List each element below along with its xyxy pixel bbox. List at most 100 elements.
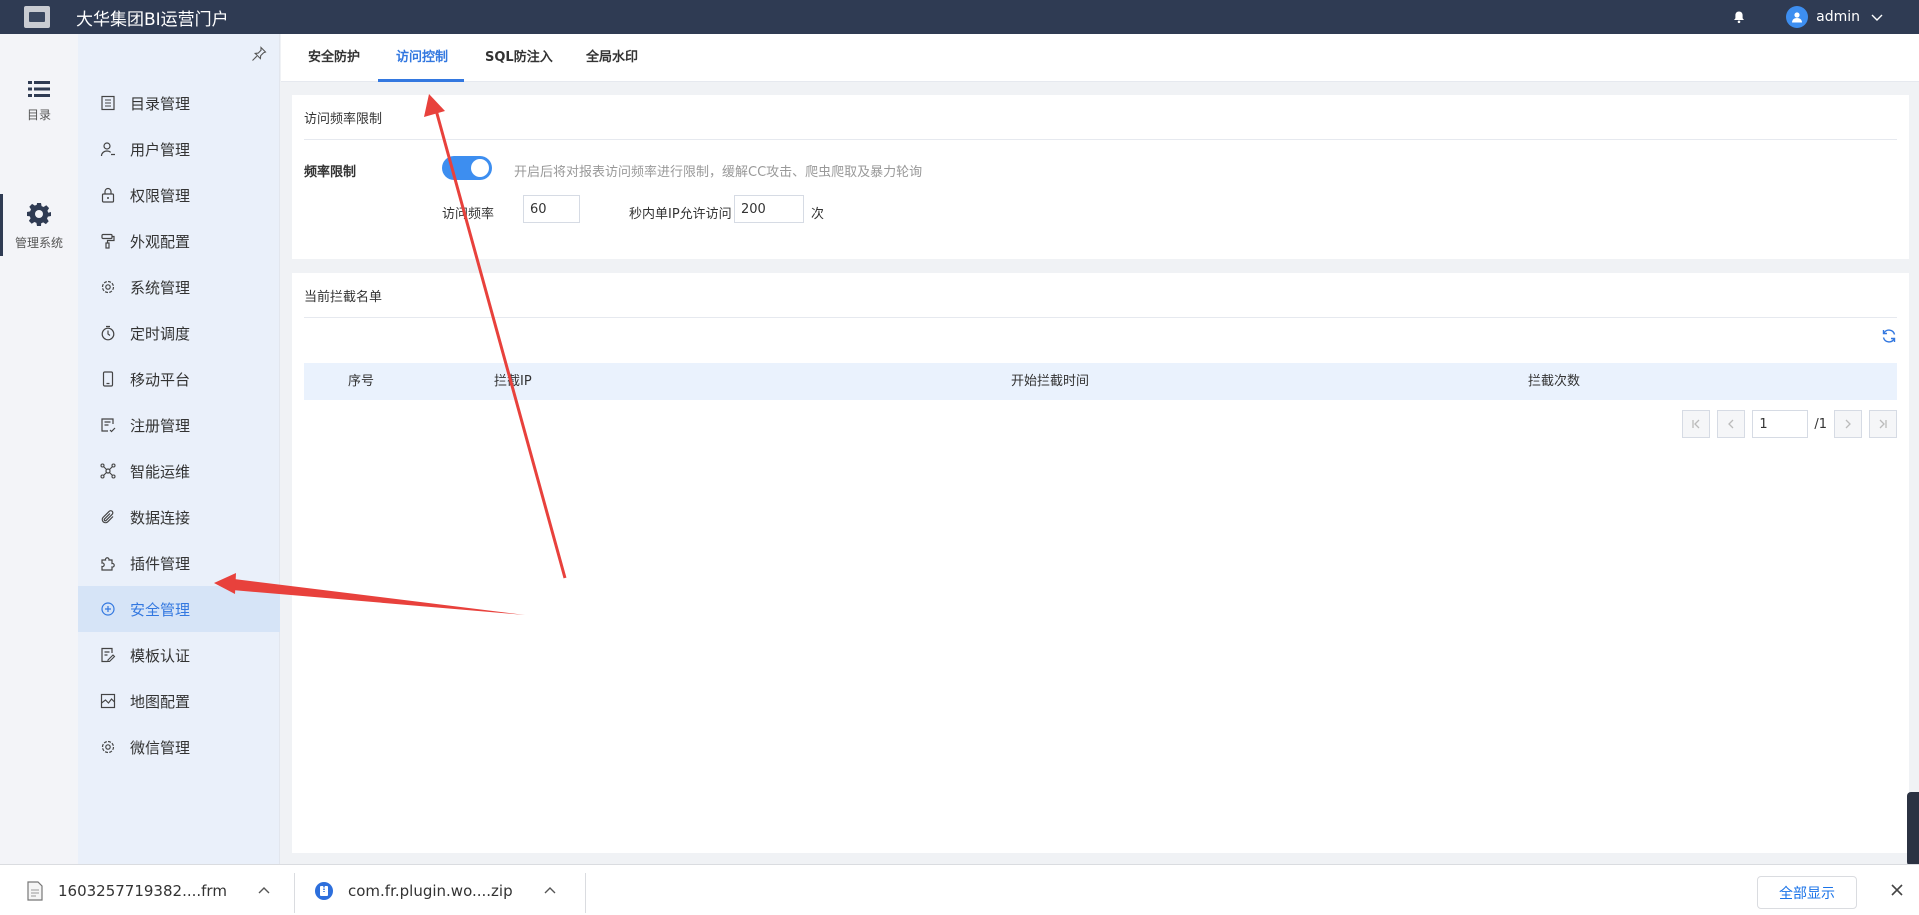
menu-item-wechat[interactable]: 微信管理: [78, 724, 280, 770]
table-header: 序号 拦截IP 开始拦截时间 拦截次数: [304, 363, 1897, 400]
seconds-input[interactable]: [523, 195, 580, 223]
column-header: 拦截次数: [1528, 374, 1581, 389]
menu-item-label: 模板认证: [130, 646, 191, 665]
tab-watermark[interactable]: 全局水印: [586, 34, 638, 82]
column-header: 序号: [348, 374, 375, 389]
rate-unit: 次: [811, 207, 825, 222]
rate-limit-card: 访问频率限制 频率限制 开启后将对报表访问频率进行限制，缓解CC攻击、爬虫爬取及…: [292, 95, 1909, 259]
top-header: 大华集团BI运营门户 admin: [0, 0, 1919, 34]
max-visits-input[interactable]: [734, 195, 804, 223]
menu-item-label: 用户管理: [130, 140, 191, 159]
section-title: 当前拦截名单: [304, 290, 383, 305]
next-page-button[interactable]: [1834, 410, 1862, 438]
nav-rail: 目录 管理系统: [0, 34, 78, 864]
menu-item-label: 地图配置: [130, 692, 191, 711]
last-page-icon: [1879, 419, 1887, 429]
main-content: 安全防护 访问控制 SQL防注入 全局水印 访问频率限制 频率限制 开启后将对报…: [281, 34, 1919, 866]
gear-icon: [27, 203, 51, 226]
tab-security-protection[interactable]: 安全防护: [308, 34, 360, 82]
download-item[interactable]: com.fr.plugin.wo....zip: [314, 865, 557, 915]
company-logo: [24, 6, 50, 28]
certificate-icon: [101, 647, 116, 663]
menu-item-schedule[interactable]: 定时调度: [78, 310, 280, 356]
side-widget-handle[interactable]: [1907, 792, 1919, 866]
tab-sql-injection[interactable]: SQL防注入: [485, 34, 553, 82]
chevron-right-icon: [1845, 419, 1851, 429]
refresh-icon[interactable]: [1881, 328, 1897, 344]
show-all-downloads-button[interactable]: 全部显示: [1757, 876, 1857, 909]
rail-item-admin[interactable]: 管理系统: [0, 194, 78, 256]
file-icon: [27, 880, 43, 901]
download-bar: 1603257719382....frm com.fr.plugin.wo...…: [0, 864, 1919, 915]
menu-item-label: 数据连接: [130, 508, 191, 527]
prev-page-button[interactable]: [1717, 410, 1746, 438]
download-separator: [585, 873, 586, 913]
menu-item-ops[interactable]: 智能运维: [78, 448, 280, 494]
menu-item-label: 插件管理: [130, 554, 191, 573]
menu-item-label: 定时调度: [130, 324, 191, 343]
avatar[interactable]: [1786, 6, 1809, 28]
pagination: /1: [1675, 410, 1897, 438]
bell-icon[interactable]: [1732, 10, 1746, 24]
menu-item-label: 系统管理: [130, 278, 191, 297]
download-filename: com.fr.plugin.wo....zip: [348, 881, 513, 900]
column-header: 开始拦截时间: [1011, 374, 1090, 389]
menu-item-map[interactable]: 地图配置: [78, 678, 280, 724]
menu-item-security[interactable]: 安全管理: [78, 586, 280, 632]
divider: [304, 139, 1897, 140]
download-separator: [294, 873, 295, 913]
zip-file-icon: [315, 881, 333, 900]
rate-limit-label: 频率限制: [304, 165, 357, 180]
chevron-up-icon[interactable]: [543, 884, 557, 898]
lock-icon: [101, 187, 115, 203]
chevron-down-icon[interactable]: [1870, 10, 1884, 24]
rail-item-catalog[interactable]: 目录: [0, 80, 78, 123]
puzzle-icon: [101, 557, 115, 571]
chevron-left-icon: [1728, 419, 1734, 429]
page-input[interactable]: [1752, 410, 1809, 438]
menu-item-registration[interactable]: 注册管理: [78, 402, 280, 448]
section-title: 访问频率限制: [304, 112, 383, 127]
mobile-icon: [102, 371, 114, 387]
menu-item-system[interactable]: 系统管理: [78, 264, 280, 310]
tab-access-control[interactable]: 访问控制: [377, 34, 465, 82]
user-icon: [100, 142, 115, 157]
rate-limit-hint: 开启后将对报表访问频率进行限制，缓解CC攻击、爬虫爬取及暴力轮询: [514, 165, 923, 180]
gear-icon: [101, 280, 115, 294]
first-page-button[interactable]: [1682, 410, 1711, 438]
menu-item-label: 智能运维: [130, 462, 191, 481]
timer-icon: [101, 325, 115, 341]
menu-item-permissions[interactable]: 权限管理: [78, 172, 280, 218]
last-page-button[interactable]: [1869, 410, 1897, 438]
catalog-icon: [101, 95, 115, 111]
menu-item-plugins[interactable]: 插件管理: [78, 540, 280, 586]
column-header: 拦截IP: [494, 374, 532, 389]
menu-item-appearance[interactable]: 外观配置: [78, 218, 280, 264]
paperclip-icon: [101, 510, 114, 524]
rail-item-label: 目录: [26, 108, 51, 122]
menu-item-catalog[interactable]: 目录管理: [78, 80, 280, 126]
menu-item-label: 安全管理: [130, 600, 191, 619]
download-filename: 1603257719382....frm: [58, 881, 227, 900]
close-icon[interactable]: [1889, 882, 1905, 898]
rate-limit-toggle[interactable]: [442, 156, 492, 180]
page-total: /1: [1814, 416, 1827, 432]
username[interactable]: admin: [1816, 9, 1860, 25]
chevron-up-icon[interactable]: [257, 884, 271, 898]
blocklist-card: 当前拦截名单 序号 拦截IP 开始拦截时间 拦截次数 /1: [292, 273, 1909, 853]
menu-item-data-connection[interactable]: 数据连接: [78, 494, 280, 540]
shield-plus-icon: [101, 602, 115, 616]
rate-label: 访问频率: [442, 207, 495, 222]
paint-roller-icon: [101, 233, 115, 249]
menu-item-template-auth[interactable]: 模板认证: [78, 632, 280, 678]
menu-item-mobile[interactable]: 移动平台: [78, 356, 280, 402]
menu-item-users[interactable]: 用户管理: [78, 126, 280, 172]
menu-item-label: 注册管理: [130, 416, 191, 435]
menu-list: 目录管理 用户管理 权限管理 外观配置 系统管理 定时调度 移动平台 注册管理: [78, 80, 280, 770]
pin-icon[interactable]: [251, 46, 267, 62]
rail-item-label: 管理系统: [14, 236, 63, 250]
menu-item-label: 外观配置: [130, 232, 191, 251]
download-item[interactable]: 1603257719382....frm: [26, 865, 271, 915]
toggle-knob: [471, 159, 489, 177]
divider: [304, 317, 1897, 318]
